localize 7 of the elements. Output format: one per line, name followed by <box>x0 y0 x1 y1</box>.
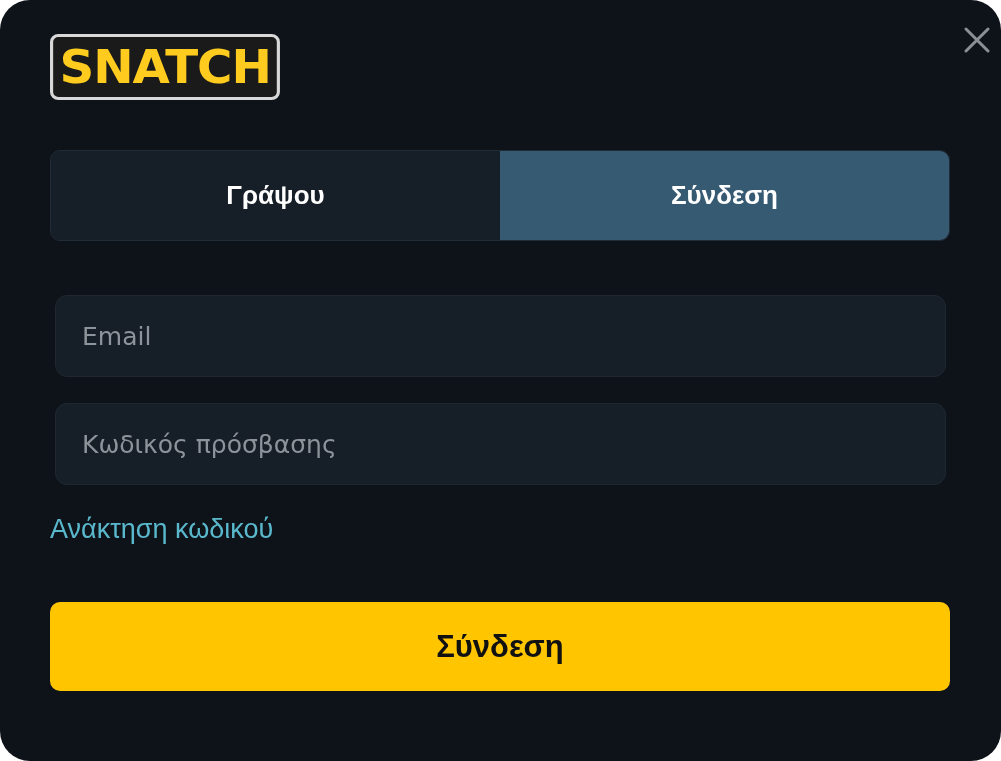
close-icon[interactable] <box>964 27 990 53</box>
input-field[interactable]: Email <box>55 295 946 377</box>
input-field[interactable]: Κωδικός πρόσβασης <box>55 403 946 485</box>
password-recovery-link[interactable]: Ανάκτηση κωδικού <box>50 514 274 545</box>
login-button[interactable]: Σύνδεση <box>50 602 950 691</box>
tab[interactable]: Σύνδεση <box>500 151 949 240</box>
logo: SNATCH <box>50 34 281 100</box>
